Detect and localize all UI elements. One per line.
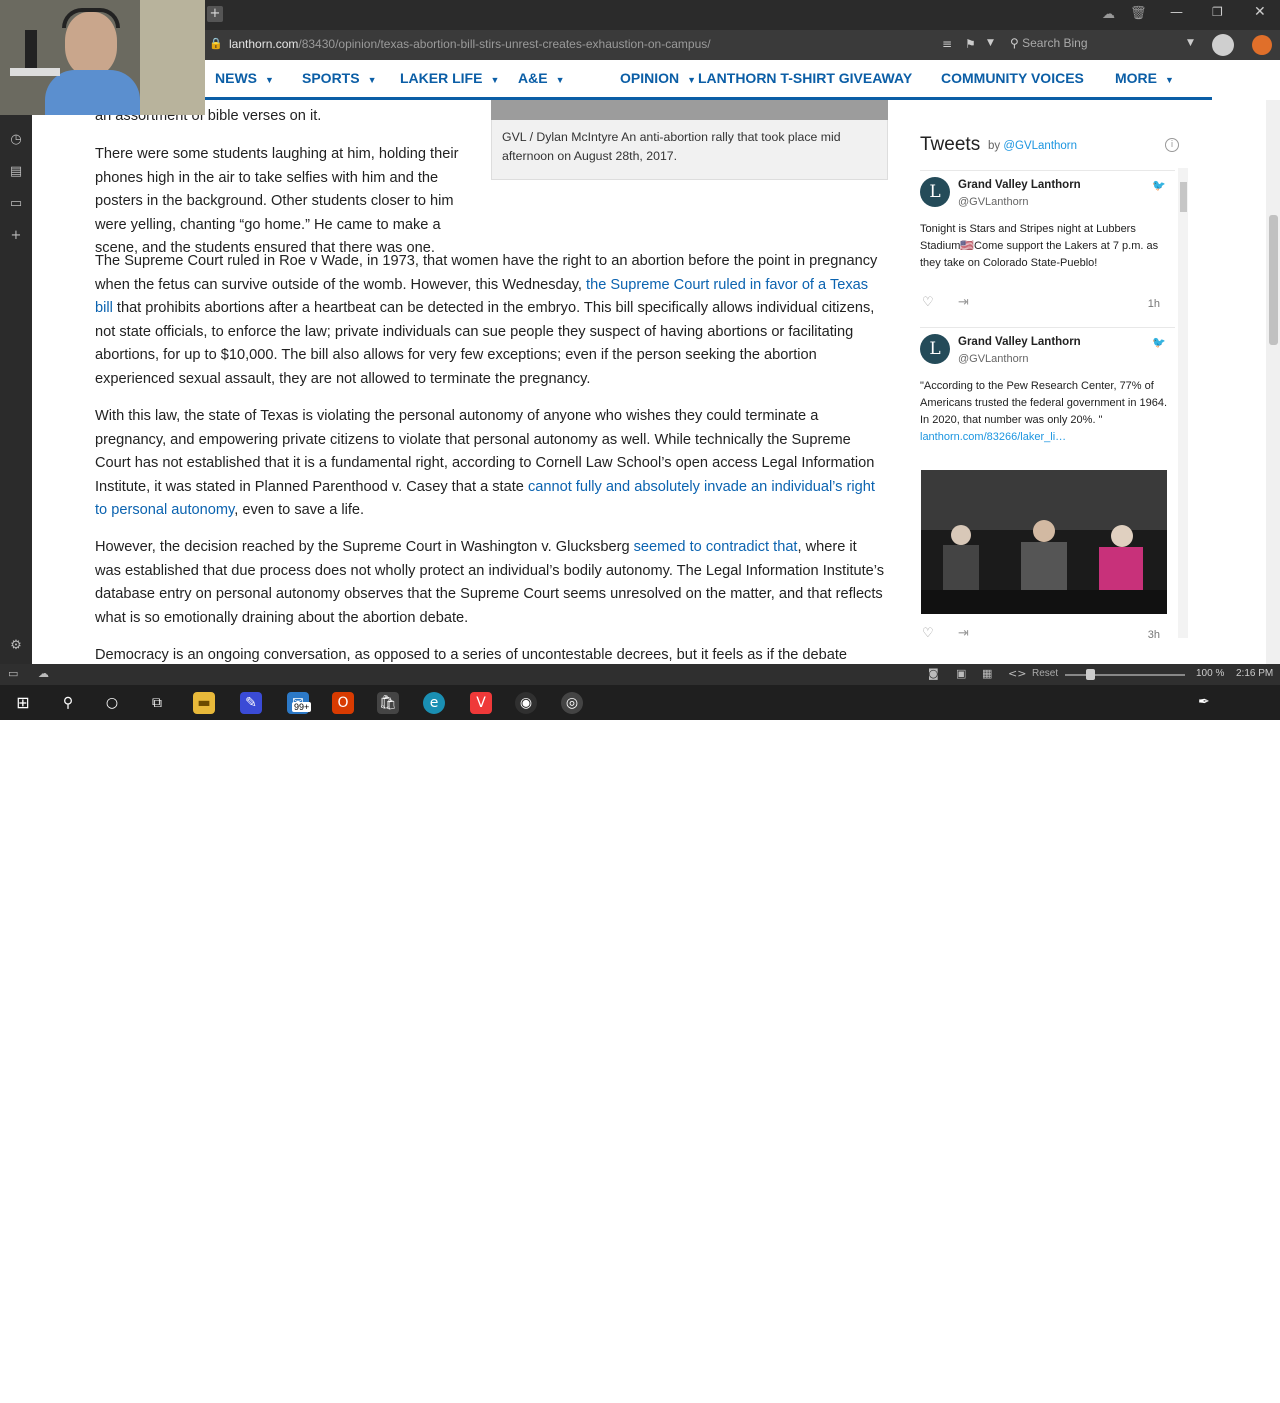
share-icon[interactable]: ⇥: [958, 295, 969, 310]
article-paragraph: With this law, the state of Texas is vio…: [95, 408, 875, 518]
nav-item-sports[interactable]: SPORTS ▼: [302, 70, 377, 86]
tweet[interactable]: L Grand Valley Lanthorn @GVLanthorn 🐦 To…: [920, 170, 1175, 320]
site-nav: NEWS ▼ SPORTS ▼ LAKER LIFE ▼ A&E ▼ OPINION ▼ …: [205, 60, 1212, 100]
pen-icon[interactable]: ✒: [1198, 694, 1210, 710]
app-icon[interactable]: ✎: [240, 692, 262, 714]
mail-badge: 99+: [292, 702, 312, 712]
lanthorn-logo-icon[interactable]: L: [920, 334, 950, 364]
webcam-overlay: [0, 0, 205, 115]
tweet-time[interactable]: 3h: [1148, 629, 1160, 641]
article-paragraph: However, the decision reached by the Sup…: [95, 539, 885, 626]
minimize-button[interactable]: —: [1170, 5, 1183, 20]
tweet-author-handle[interactable]: @GVLanthorn: [958, 353, 1029, 365]
address-bar: 🔒 lanthorn.com/83430/opinion/texas-abort…: [205, 30, 1280, 60]
nav-item-tshirt-giveaway[interactable]: LANTHORN T-SHIRT GIVEAWAY: [698, 70, 912, 86]
article-paragraph: There were some students laughing at him…: [95, 146, 459, 256]
avatar[interactable]: [1212, 34, 1234, 56]
tweet-author-handle[interactable]: @GVLanthorn: [958, 196, 1029, 208]
notes-icon[interactable]: ▤: [8, 164, 24, 180]
like-icon[interactable]: ♡: [922, 295, 934, 310]
article-body: an assortment of bible verses on it. The…: [95, 100, 885, 665]
close-button[interactable]: ✕: [1254, 4, 1266, 20]
obs-icon[interactable]: ◉: [515, 692, 537, 714]
article-link[interactable]: seemed to contradict that: [634, 539, 798, 555]
reader-icon[interactable]: ≡: [942, 37, 952, 51]
store-icon[interactable]: 🛍: [377, 692, 399, 714]
tweet-author-name[interactable]: Grand Valley Lanthorn: [958, 336, 1081, 348]
like-icon[interactable]: ♡: [922, 626, 934, 641]
vivaldi-icon[interactable]: V: [470, 692, 492, 714]
panel-toggle-icon[interactable]: ▭: [8, 667, 18, 680]
tweet-link[interactable]: lanthorn.com/83266/laker_li…: [920, 431, 1066, 443]
share-icon[interactable]: ⇥: [958, 626, 969, 641]
lanthorn-logo-icon[interactable]: L: [920, 177, 950, 207]
nav-item-news[interactable]: NEWS ▼: [215, 70, 274, 86]
cortana-icon[interactable]: ○: [101, 692, 123, 714]
twitter-bird-icon[interactable]: 🐦: [1152, 179, 1166, 192]
status-clock: 2:16 PM: [1236, 668, 1274, 679]
lock-icon: 🔒: [209, 37, 223, 50]
tweets-title: Tweets: [920, 134, 981, 155]
tweet-text: "According to the Pew Research Center, 7…: [920, 380, 1168, 443]
article-paragraph: Democracy is an ongoing conversation, as…: [95, 647, 848, 663]
camera-icon[interactable]: ◙: [928, 667, 939, 680]
add-panel-icon[interactable]: +: [8, 228, 24, 244]
maximize-button[interactable]: ❐: [1212, 5, 1223, 19]
gear-icon[interactable]: ⚙: [8, 638, 24, 654]
bookmark-icon[interactable]: ⚑: [965, 37, 976, 51]
system-clock[interactable]: 2:16 PM 9/11/2021: [1214, 1373, 1264, 1403]
tweet-video-thumbnail[interactable]: [921, 470, 1167, 614]
nav-item-community-voices[interactable]: COMMUNITY VOICES: [941, 70, 1084, 86]
zoom-slider[interactable]: [1065, 674, 1185, 676]
windows-start-icon[interactable]: ⊞: [12, 692, 34, 714]
search-icon: ⚲: [1010, 36, 1023, 50]
tile-icon[interactable]: ▣: [956, 667, 966, 680]
trash-icon[interactable]: 🗑: [1130, 6, 1147, 21]
image-icon[interactable]: ▦: [982, 667, 992, 680]
search-dropdown-icon[interactable]: ▼: [1187, 38, 1194, 48]
history-icon[interactable]: ◷: [8, 132, 24, 148]
chevron-down-icon[interactable]: ▼: [987, 38, 994, 48]
file-explorer-icon[interactable]: ▬: [193, 692, 215, 714]
photo-caption: GVL / Dylan McIntyre An anti-abortion ra…: [502, 130, 841, 163]
clock-time: 2:16 PM: [1217, 1374, 1261, 1386]
article-paragraph: The Supreme Court ruled in Roe v Wade, i…: [95, 253, 878, 387]
url-field[interactable]: lanthorn.com/83430/opinion/texas-abortio…: [229, 37, 711, 51]
zoom-level: 100 %: [1196, 668, 1225, 679]
browser-status-bar: ▭ ☁ ◙ ▣ ▦ <> Reset 100 % 2:16 PM: [0, 664, 1280, 685]
nav-item-ae[interactable]: A&E ▼: [518, 70, 564, 86]
new-tab-button[interactable]: +: [207, 6, 223, 22]
info-icon[interactable]: i: [1165, 138, 1179, 152]
office-icon[interactable]: O: [332, 692, 354, 714]
clock-date: 9/11/2021: [1213, 1389, 1264, 1401]
edge-icon[interactable]: e: [423, 692, 445, 714]
page-scrollbar-thumb[interactable]: [1269, 215, 1278, 345]
twitter-bird-icon[interactable]: 🐦: [1152, 336, 1166, 349]
recorder-icon[interactable]: ◎: [561, 692, 583, 714]
cloud-icon[interactable]: ☁: [1102, 7, 1115, 22]
search-input[interactable]: ⚲ Search Bing: [1010, 36, 1198, 54]
article-photo[interactable]: [491, 100, 888, 120]
window-icon[interactable]: ▭: [8, 196, 24, 212]
browser-side-panel: ◷ ▤ ▭ + ⚙: [0, 115, 32, 665]
tweet-time[interactable]: 1h: [1148, 298, 1160, 310]
nav-item-more[interactable]: MORE ▼: [1115, 70, 1174, 86]
mail-badge: [292, 1385, 318, 1398]
task-view-icon[interactable]: ⧉: [146, 692, 168, 714]
widget-scrollbar[interactable]: [1178, 168, 1188, 638]
zoom-reset-button[interactable]: Reset: [1032, 668, 1058, 679]
nav-item-laker-life[interactable]: LAKER LIFE ▼: [400, 70, 499, 86]
taskbar: ⊞ ⚲ ○ ⧉ ▬ ✎ ✉ 99+ O 🛍 e V ◉ ◎ ✒ 2:16 PM …: [0, 685, 1280, 1401]
tweets-by[interactable]: by @GVLanthorn: [988, 140, 1077, 152]
tweet-text: Tonight is Stars and Stripes night at Lu…: [920, 223, 1159, 269]
page-scrollbar[interactable]: [1266, 100, 1280, 664]
nav-item-opinion[interactable]: OPINION ▼: [620, 70, 696, 86]
code-icon[interactable]: <>: [1008, 667, 1026, 680]
cloud-sync-icon[interactable]: ☁: [38, 667, 49, 680]
tweet-author-name[interactable]: Grand Valley Lanthorn: [958, 179, 1081, 191]
zoom-slider-handle[interactable]: [1086, 669, 1095, 680]
extension-icon[interactable]: [1252, 35, 1272, 55]
search-icon[interactable]: ⚲: [57, 692, 79, 714]
